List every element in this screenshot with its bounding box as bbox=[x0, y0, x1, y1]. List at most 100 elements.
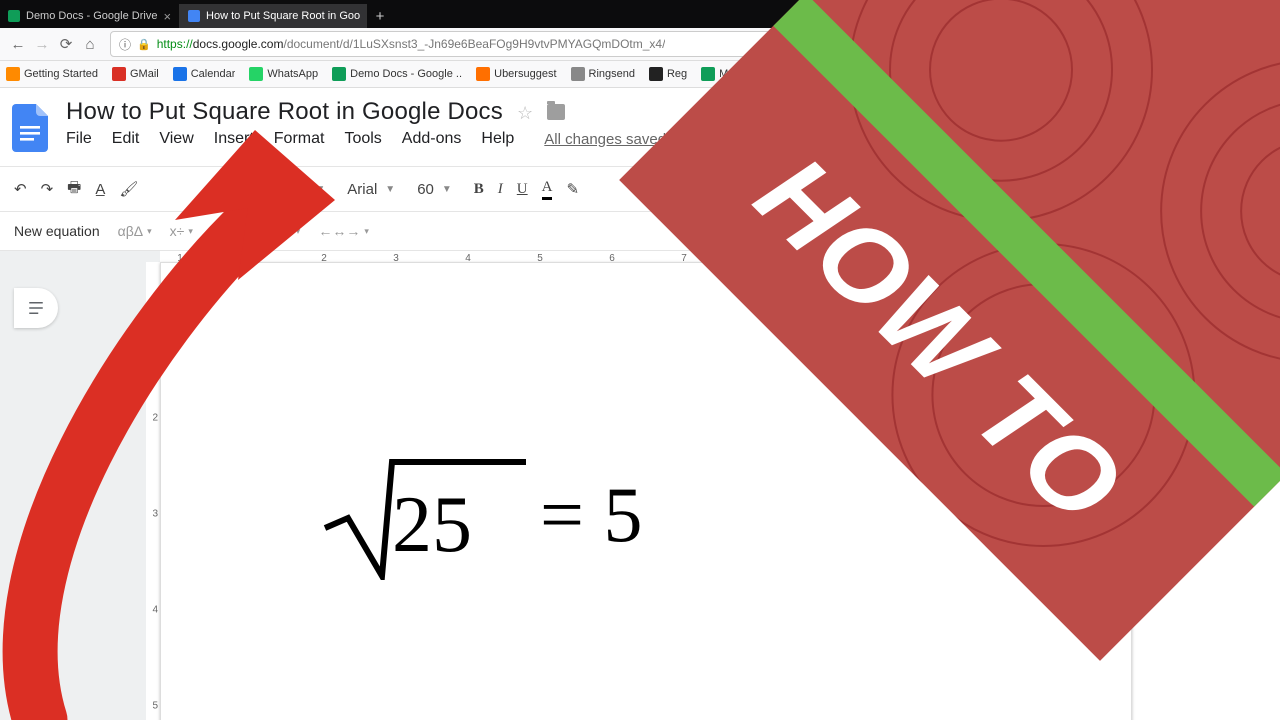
ruler-tick: 1 bbox=[152, 317, 158, 328]
bold-button[interactable]: B bbox=[474, 181, 484, 198]
greek-letters-dropdown[interactable]: αβΔ▾ bbox=[118, 223, 152, 239]
equation-toolbar: New equation αβΔ▾ x÷▾ ≤≥▾ Σ(){}x²▾ ←↔→▾ bbox=[0, 212, 1280, 251]
reload-button[interactable]: ⟳ bbox=[54, 32, 78, 56]
document-title[interactable]: How to Put Square Root in Google Docs bbox=[66, 98, 503, 126]
new-tab-button[interactable]: + bbox=[367, 4, 393, 28]
bookmark-label: WhatsApp bbox=[267, 68, 318, 80]
bookmark-icon bbox=[701, 67, 715, 81]
save-status[interactable]: All changes saved in Drive bbox=[544, 131, 721, 148]
folder-icon[interactable] bbox=[547, 104, 565, 120]
undo-button[interactable]: ↶ bbox=[14, 180, 27, 198]
url-path: /document/d/1LuSXsnst3_-Jn69e6BeaFOg9H9v… bbox=[283, 37, 665, 51]
menu-view[interactable]: View bbox=[159, 130, 193, 148]
forward-button[interactable]: → bbox=[30, 32, 54, 56]
bookmark-label: Mar bbox=[719, 68, 738, 80]
menu-addons[interactable]: Add-ons bbox=[402, 130, 462, 148]
left-gutter bbox=[0, 262, 160, 720]
ruler-tick: 5 bbox=[152, 701, 158, 712]
bookmark[interactable]: Ringsend bbox=[571, 67, 635, 81]
bookmark-icon bbox=[476, 67, 490, 81]
bookmark[interactable]: Med 2020 bbox=[752, 67, 819, 81]
bookmark[interactable]: T Work bbox=[833, 67, 886, 81]
info-icon: ⓘ bbox=[119, 36, 131, 53]
highlight-button[interactable]: ✎ bbox=[566, 180, 579, 198]
bookmark-label: T Work bbox=[851, 68, 886, 80]
bookmark-icon bbox=[249, 67, 263, 81]
menu-file[interactable]: File bbox=[66, 130, 92, 148]
ruler-tick: 2 bbox=[152, 413, 158, 424]
bookmark-label: Ubersuggest bbox=[494, 68, 556, 80]
browser-address-row: ← → ⟳ ⌂ ⓘ 🔒 https:// docs.google.com /do… bbox=[0, 28, 1280, 61]
ruler-tick: 3 bbox=[152, 509, 158, 520]
arrows-dropdown[interactable]: ←↔→▾ bbox=[318, 223, 369, 239]
menu-edit[interactable]: Edit bbox=[112, 130, 140, 148]
url-host: docs.google.com bbox=[193, 37, 284, 51]
bookmark-icon bbox=[571, 67, 585, 81]
tab-label: Demo Docs - Google Drive bbox=[26, 10, 157, 22]
bookmark-label: Calendar bbox=[191, 68, 236, 80]
document-page[interactable] bbox=[160, 262, 1132, 720]
bookmark[interactable]: GMail bbox=[112, 67, 159, 81]
relations-dropdown[interactable]: ≤≥▾ bbox=[211, 223, 235, 239]
math-ops-dropdown[interactable]: Σ(){}x²▾ bbox=[253, 223, 301, 239]
bookmark-icon bbox=[6, 67, 20, 81]
dropdown-glyph: x÷ bbox=[170, 223, 185, 239]
docs-icon bbox=[188, 10, 200, 22]
url-bar[interactable]: ⓘ 🔒 https:// docs.google.com /document/d… bbox=[110, 31, 1266, 57]
browser-tab[interactable]: How to Put Square Root in Goo × bbox=[180, 4, 367, 28]
google-docs-icon[interactable] bbox=[12, 104, 48, 152]
italic-button[interactable]: I bbox=[498, 181, 503, 198]
star-icon[interactable]: ☆ bbox=[517, 103, 535, 121]
font-dropdown[interactable]: Arial▼ bbox=[347, 181, 395, 198]
menu-help[interactable]: Help bbox=[481, 130, 514, 148]
dropdown-glyph: αβΔ bbox=[118, 223, 144, 239]
outline-icon bbox=[27, 299, 45, 317]
bookmark[interactable]: Ubersuggest bbox=[476, 67, 556, 81]
redo-button[interactable]: ↷ bbox=[41, 180, 54, 198]
bookmark[interactable]: WhatsApp bbox=[249, 67, 318, 81]
bookmark-icon bbox=[833, 67, 847, 81]
paint-format-button[interactable]: 🖌 bbox=[119, 180, 138, 198]
dropdown-value: Normal text bbox=[231, 181, 308, 198]
radicand: 25 bbox=[392, 480, 472, 571]
bookmark-label: Med 2020 bbox=[770, 68, 819, 80]
menu-format[interactable]: Format bbox=[274, 130, 325, 148]
underline-button[interactable]: U bbox=[517, 181, 528, 198]
text-color-button[interactable]: A bbox=[542, 179, 553, 200]
formatting-toolbar: ↶ ↷ 🖶 A̲ 🖌 100%▼ Normal text▼ Arial▼ 60▼… bbox=[0, 166, 1280, 212]
new-equation-button[interactable]: New equation bbox=[14, 223, 100, 239]
bookmark-icon bbox=[332, 67, 346, 81]
ruler-tick: 14 bbox=[1182, 253, 1193, 264]
home-button[interactable]: ⌂ bbox=[78, 32, 102, 56]
close-icon[interactable]: × bbox=[163, 9, 171, 24]
bookmark-label: Demo Docs - Google ... bbox=[350, 68, 462, 80]
misc-ops-dropdown[interactable]: x÷▾ bbox=[170, 223, 193, 239]
bookmark[interactable]: Calendar bbox=[173, 67, 236, 81]
outline-toggle-button[interactable] bbox=[14, 288, 58, 328]
menu-insert[interactable]: Insert bbox=[214, 130, 254, 148]
dropdown-glyph: ←↔→ bbox=[318, 223, 360, 239]
dropdown-glyph: ≤≥ bbox=[211, 223, 226, 239]
spellcheck-button[interactable]: A̲ bbox=[95, 181, 105, 198]
paragraph-style-dropdown[interactable]: Normal text▼ bbox=[231, 181, 326, 198]
close-icon[interactable]: × bbox=[366, 9, 367, 24]
bookmark[interactable]: Reg bbox=[649, 67, 687, 81]
bookmark-label: Getting Started bbox=[24, 68, 98, 80]
bookmarks-bar: Getting Started GMail Calendar WhatsApp … bbox=[0, 61, 1280, 88]
bookmark-icon bbox=[752, 67, 766, 81]
vertical-ruler[interactable]: 12345 bbox=[146, 262, 160, 720]
equation-content[interactable]: 25 = 5 bbox=[320, 450, 643, 580]
bookmark[interactable]: Mar bbox=[701, 67, 738, 81]
browser-tab-strip: Demo Docs - Google Drive × How to Put Sq… bbox=[0, 0, 1280, 28]
font-size-dropdown[interactable]: 60▼ bbox=[417, 181, 452, 198]
dropdown-glyph: Σ(){}x² bbox=[253, 223, 292, 239]
print-button[interactable]: 🖶 bbox=[67, 177, 81, 202]
menu-tools[interactable]: Tools bbox=[344, 130, 381, 148]
back-button[interactable]: ← bbox=[6, 32, 30, 56]
docs-header: How to Put Square Root in Google Docs ☆ … bbox=[0, 88, 1280, 152]
bookmark-icon bbox=[112, 67, 126, 81]
bookmark[interactable]: Demo Docs - Google ... bbox=[332, 67, 462, 81]
bookmark[interactable]: Getting Started bbox=[6, 67, 98, 81]
bookmark-icon bbox=[649, 67, 663, 81]
browser-tab[interactable]: Demo Docs - Google Drive × bbox=[0, 4, 180, 28]
